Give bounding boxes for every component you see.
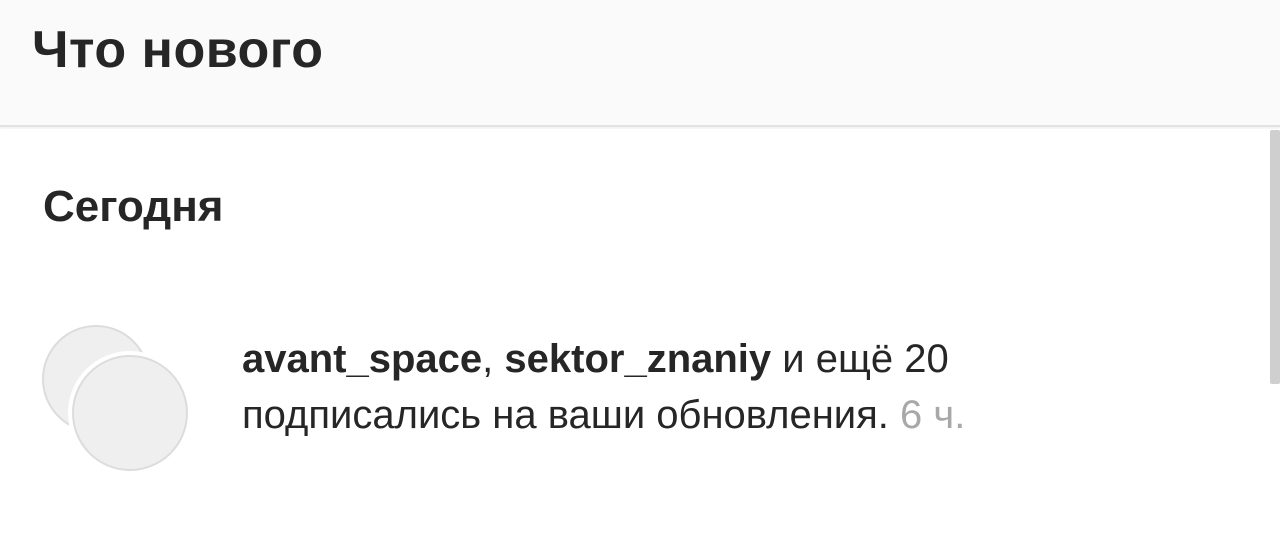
others-count: и ещё 20 [771, 337, 949, 381]
username-link[interactable]: sektor_znaniy [504, 337, 771, 381]
page-header: Что нового [0, 0, 1280, 127]
scrollbar[interactable] [1270, 130, 1280, 384]
notification-text: avant_space, sektor_znaniy и ещё 20 подпи… [242, 331, 1142, 443]
separator: , [482, 337, 505, 381]
timestamp: 6 ч. [900, 393, 966, 437]
notification-message: подписались на ваши обновления. [242, 393, 889, 437]
avatar-stack[interactable] [42, 325, 190, 473]
follow-notification[interactable]: avant_space, sektor_znaniy и ещё 20 подпи… [0, 319, 1268, 479]
activity-feed[interactable]: Сегодня avant_space, sektor_znaniy и ещё… [0, 129, 1280, 538]
page-title: Что нового [32, 21, 324, 79]
avatar[interactable] [72, 355, 188, 471]
username-link[interactable]: avant_space [242, 337, 482, 381]
section-heading-today: Сегодня [43, 182, 224, 231]
